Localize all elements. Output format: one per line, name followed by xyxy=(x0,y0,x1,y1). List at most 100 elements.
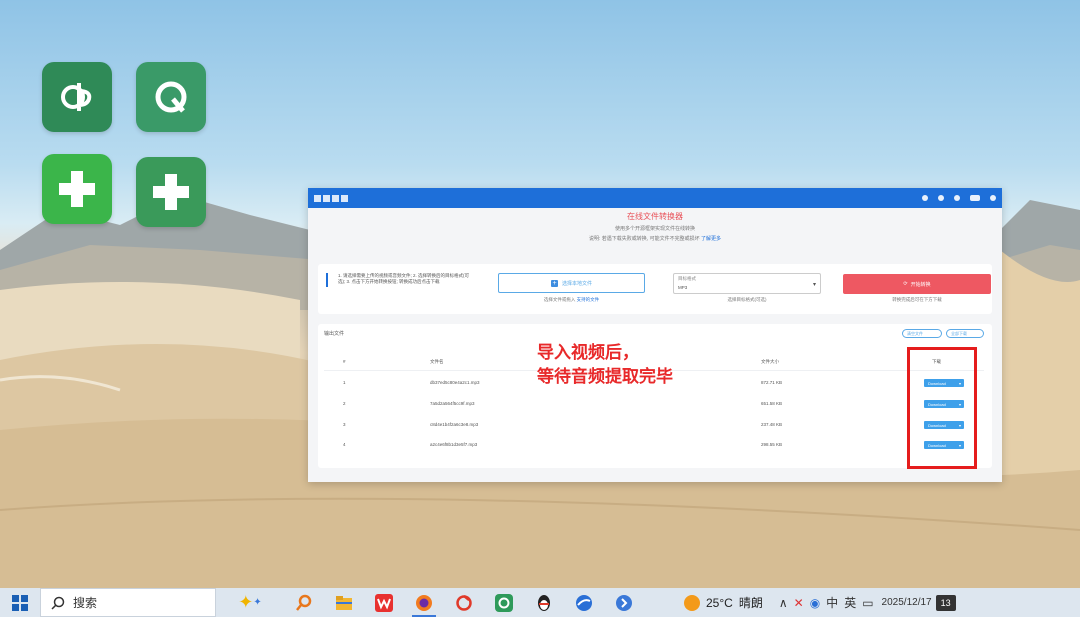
column-header-index: # xyxy=(343,359,346,364)
row-size: 872.71 KB xyxy=(761,380,783,385)
upload-label: 选择本地文件 xyxy=(561,280,592,287)
output-title: 输出文件 xyxy=(324,331,345,337)
taskbar: 搜索 ✦ ✦ 25°C 晴朗 ∧ ✕ ◉ 中 英 ▭ 2025/12/17 13 xyxy=(0,588,1080,617)
app-header-bar xyxy=(308,188,1002,208)
chevron-up-icon[interactable]: ∧ xyxy=(779,596,788,610)
taskbar-app-red-tool[interactable] xyxy=(444,588,484,617)
page-note: 说明: 若遇下载失败或转换, 可能文件不完整或损坏 了解更多 xyxy=(308,235,1002,242)
refresh-icon: ⟳ xyxy=(903,281,908,287)
format-select-value: MP3 xyxy=(678,285,688,290)
arrow-circle-icon xyxy=(616,594,632,611)
q-logo-icon xyxy=(155,81,187,113)
taskbar-search[interactable]: 搜索 xyxy=(40,588,216,617)
header-icon-3[interactable] xyxy=(954,195,960,201)
row-index: 3 xyxy=(343,422,346,427)
copilot-highlight[interactable]: ✦ ✦ xyxy=(216,588,284,617)
highlight-box xyxy=(907,347,977,469)
b-logo-icon xyxy=(61,83,92,111)
sparkle-icon: ✦ xyxy=(253,597,262,608)
taskbar-app-file-explorer[interactable] xyxy=(324,588,364,617)
upload-note-text: 选择文件或拖入 xyxy=(543,297,576,302)
clock-date: 2025/12/17 xyxy=(881,597,932,608)
supported-files-link[interactable]: 支持的文件 xyxy=(577,297,600,302)
plus-tool-icon xyxy=(59,171,95,207)
taskbar-app-sphere[interactable] xyxy=(564,588,604,617)
display-icon[interactable]: ▭ xyxy=(862,596,873,610)
row-filename: db37ed5c80e4a2c1.mp3 xyxy=(430,380,480,385)
header-icon-4[interactable] xyxy=(970,195,980,201)
tray-app-icon[interactable]: 中 xyxy=(826,594,838,611)
qq-penguin-icon xyxy=(538,594,550,611)
list-icon xyxy=(326,273,334,287)
firefox-icon xyxy=(416,594,432,611)
header-actions xyxy=(922,195,996,201)
header-icon-5[interactable] xyxy=(990,195,996,201)
globe-icon xyxy=(576,594,592,611)
desktop-app-icon-2[interactable] xyxy=(136,62,206,132)
desktop-app-icon-4[interactable] xyxy=(136,157,206,227)
weather-widget[interactable]: 25°C 晴朗 xyxy=(684,594,763,611)
annotation-line-2: 等待音频提取完毕 xyxy=(537,367,673,386)
row-index: 4 xyxy=(343,442,346,447)
upload-button[interactable]: + 选择本地文件 xyxy=(498,273,645,293)
taskbar-app-arrow[interactable] xyxy=(604,588,644,617)
convert-label: 开始转换 xyxy=(910,281,931,288)
sun-icon xyxy=(684,594,700,611)
row-size: 298.55 KB xyxy=(761,442,783,447)
upload-note: 选择文件或拖入 支持的文件 xyxy=(498,297,645,303)
header-icon-2[interactable] xyxy=(938,195,944,201)
instructions: 1. 请选择需要上传的视频或音频文件; 2. 选择转换后的目标格式(可选); 3… xyxy=(326,273,476,287)
search-label: 搜索 xyxy=(73,596,98,610)
notification-badge[interactable]: 13 xyxy=(935,594,956,611)
desktop-app-icon-3[interactable] xyxy=(42,154,112,224)
row-index: 2 xyxy=(343,401,346,406)
column-header-filename: 文件名 xyxy=(430,359,444,364)
tray-app-icon[interactable]: ◉ xyxy=(810,596,820,610)
row-index: 1 xyxy=(343,380,346,385)
app-logo xyxy=(314,194,348,202)
format-select-label: 目标格式 xyxy=(678,276,696,281)
tray-app-icon[interactable]: ✕ xyxy=(794,596,804,610)
format-note: 选择目标格式(可选) xyxy=(727,297,767,302)
taskbar-app-firefox[interactable] xyxy=(404,588,444,617)
windows-logo-icon xyxy=(12,594,28,611)
sparkle-icon: ✦ xyxy=(238,592,254,612)
header-icon-1[interactable] xyxy=(922,195,928,201)
taskbar-app-wps[interactable] xyxy=(364,588,404,617)
taskbar-app-q-tool[interactable] xyxy=(484,588,524,617)
desktop-app-icon-1[interactable] xyxy=(42,62,112,132)
ime-mode[interactable]: 英 xyxy=(844,594,856,611)
taskbar-app-search-tool[interactable] xyxy=(284,588,324,617)
format-select[interactable]: 目标格式 MP3 ▾ xyxy=(673,273,821,294)
row-filename: a2c4e6f8b1d3e5f7.mp3 xyxy=(430,442,478,447)
instructions-text: 1. 请选择需要上传的视频或音频文件; 2. 选择转换后的目标格式(可选); 3… xyxy=(338,273,470,284)
folder-icon xyxy=(336,595,352,610)
tutorial-annotation: 导入视频后， 等待音频提取完毕 xyxy=(537,341,673,389)
start-button[interactable] xyxy=(0,588,40,617)
swirl-app-icon xyxy=(456,594,472,611)
convert-panel: 1. 请选择需要上传的视频或音频文件; 2. 选择转换后的目标格式(可选); 3… xyxy=(318,264,992,314)
page-subtitle: 使用多个开源框架实现文件在线转换 xyxy=(614,226,695,232)
plus-tool-icon xyxy=(153,174,189,210)
annotation-line-1: 导入视频后， xyxy=(537,343,639,362)
download-all-button[interactable]: 全部下载 xyxy=(946,329,984,338)
clock[interactable]: 2025/12/17 xyxy=(882,597,932,608)
q-logo-icon xyxy=(495,593,513,612)
convert-note: 转换完成后可在下方下载 xyxy=(892,297,942,302)
clear-files-button[interactable]: 清空文件 xyxy=(902,329,942,338)
taskbar-app-qq[interactable] xyxy=(524,588,564,617)
magnifier-app-icon xyxy=(296,594,312,611)
page-title: 在线文件转换器 xyxy=(627,212,683,221)
chevron-down-icon: ▾ xyxy=(812,282,816,288)
system-tray: ∧ ✕ ◉ 中 英 ▭ xyxy=(779,594,874,611)
wps-icon xyxy=(375,593,393,612)
plus-icon: + xyxy=(550,279,558,287)
learn-more-link[interactable]: 了解更多 xyxy=(701,236,721,242)
row-size: 651.58 KB xyxy=(761,401,783,406)
convert-button[interactable]: ⟳ 开始转换 xyxy=(843,274,991,294)
row-size: 237.48 KB xyxy=(761,422,783,427)
converter-app-window: 在线文件转换器 使用多个开源框架实现文件在线转换 说明: 若遇下载失败或转换, … xyxy=(308,188,1002,482)
column-header-size: 文件大小 xyxy=(761,359,779,364)
weather-temp: 25°C xyxy=(706,595,733,610)
row-filename: 7a5d2a564f5cc9f.mp3 xyxy=(430,401,475,406)
